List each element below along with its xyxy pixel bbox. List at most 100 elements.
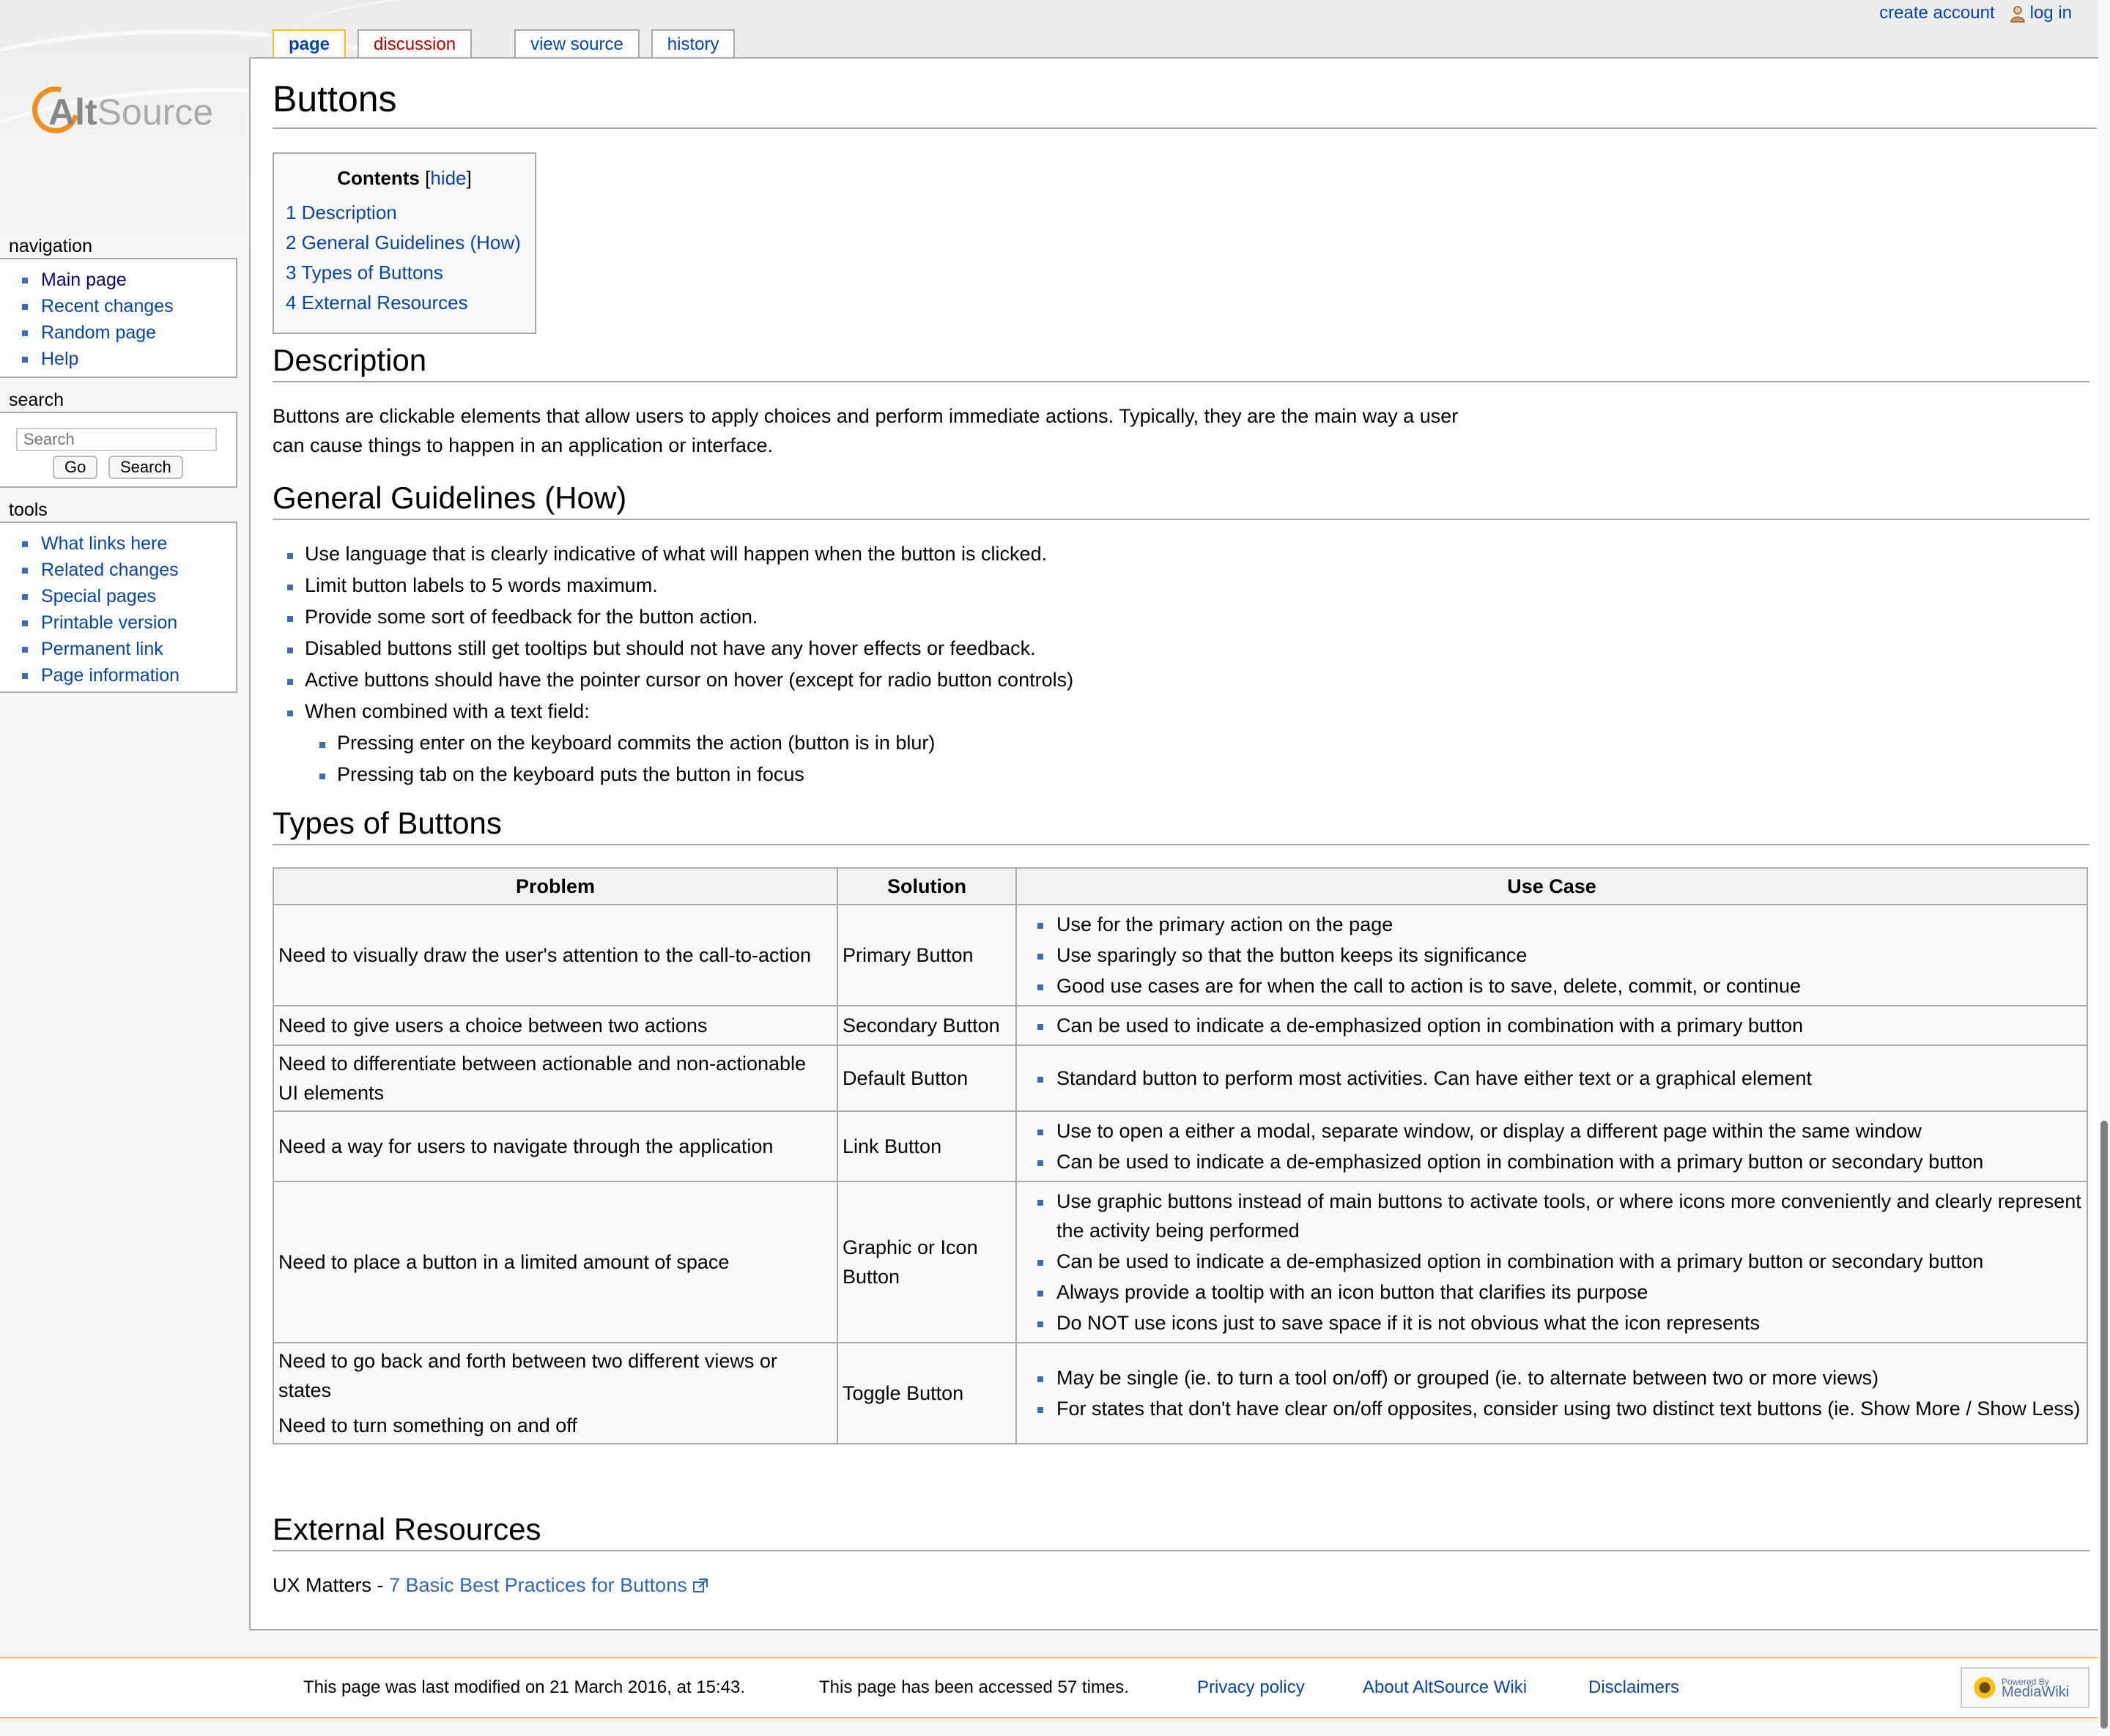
about-link[interactable]: About AltSource Wiki — [1363, 1674, 1527, 1701]
toc-item-description[interactable]: 1 Description — [286, 201, 397, 223]
description-line: Buttons are clickable elements that allo… — [273, 405, 1459, 427]
logo-text-source: Source — [97, 92, 214, 133]
sidebar-item-permanent-link[interactable]: Permanent link — [22, 636, 236, 662]
sidebar-item-help[interactable]: Help — [22, 346, 236, 372]
guidelines-list: Use language that is clearly indicative … — [287, 539, 1073, 791]
go-button[interactable]: Go — [53, 456, 98, 479]
button-types-table: Problem Solution Use Case Need to visual… — [273, 867, 2088, 1444]
list-item: Provide some sort of feedback for the bu… — [287, 602, 1073, 634]
sidebar-item-label[interactable]: Recent changes — [41, 296, 174, 316]
log-in-link[interactable]: log in — [2030, 3, 2072, 23]
description-line: can cause things to happen in an applica… — [273, 434, 773, 456]
list-item: May be single (ie. to turn a tool on/off… — [1037, 1363, 2082, 1392]
sidebar-item-printable-version[interactable]: Printable version — [22, 609, 236, 636]
list-item: Use sparingly so that the button keeps i… — [1037, 941, 2082, 970]
cell-solution: Link Button — [837, 1110, 1017, 1182]
scrollbar-thumb[interactable] — [2100, 1121, 2108, 1729]
cell-solution: Primary Button — [837, 904, 1017, 1006]
create-account-link[interactable]: create account — [1879, 3, 1994, 23]
sidebar-item-recent-changes[interactable]: Recent changes — [22, 293, 236, 319]
sidebar-item-label[interactable]: Page information — [41, 665, 179, 686]
toc-item-external[interactable]: 4 External Resources — [286, 292, 468, 314]
sidebar-item-page-information[interactable]: Page information — [22, 662, 236, 689]
page-content: Buttons Contents [hide] 1 Description 2 … — [249, 57, 2110, 1631]
page-title: Buttons — [273, 78, 2097, 129]
last-modified-text: This page was last modified on 21 March … — [303, 1677, 746, 1697]
external-link-icon — [693, 1579, 708, 1592]
login-item[interactable]: log in — [2010, 3, 2072, 23]
table-row: Need to visually draw the user's attenti… — [273, 904, 2088, 1006]
access-count-text: This page has been accessed 57 times. — [819, 1677, 1129, 1697]
sidebar-item-related-changes[interactable]: Related changes — [22, 557, 236, 583]
sidebar-item-main-page[interactable]: Main page — [22, 267, 236, 293]
vertical-scrollbar[interactable] — [2098, 0, 2110, 1736]
disclaimers-link[interactable]: Disclaimers — [1588, 1674, 1679, 1701]
cell-problem: Need to place a button in a limited amou… — [273, 1181, 838, 1343]
external-resources-line: UX Matters - 7 Basic Best Practices for … — [273, 1570, 1591, 1600]
section-heading-external: External Resources — [273, 1512, 2089, 1551]
table-of-contents: Contents [hide] 1 Description 2 General … — [273, 152, 536, 334]
navigation-portlet: Main page Recent changes Random page Hel… — [0, 258, 237, 378]
tab-discussion[interactable]: discussion — [358, 29, 473, 57]
powered-by-mediawiki-badge[interactable]: Powered By MediaWiki — [1961, 1667, 2089, 1708]
cell-problem: Need to visually draw the user's attenti… — [273, 904, 838, 1006]
sidebar-item-label[interactable]: Printable version — [41, 612, 177, 633]
search-portlet: Go Search — [0, 412, 237, 488]
external-resource-link[interactable]: 7 Basic Best Practices for Buttons — [389, 1574, 687, 1596]
cell-solution: Graphic or Icon Button — [837, 1181, 1017, 1343]
toc-item-guidelines[interactable]: 2 General Guidelines (How) — [286, 231, 521, 253]
list-item: Can be used to indicate a de-emphasized … — [1037, 1247, 2082, 1276]
list-subitem: Pressing enter on the keyboard commits t… — [319, 728, 1073, 760]
altsource-logo[interactable]: AltSource — [23, 78, 215, 142]
sidebar-item-label[interactable]: Main page — [41, 270, 127, 290]
section-heading-description: Description — [273, 343, 2089, 382]
sidebar-item-label[interactable]: Help — [41, 349, 78, 369]
search-input[interactable] — [16, 428, 217, 451]
tab-view-source[interactable]: view source — [514, 29, 640, 57]
user-icon — [2010, 5, 2025, 23]
tab-page[interactable]: page — [273, 29, 347, 60]
table-header-row: Problem Solution Use Case — [273, 867, 2088, 905]
sidebar-item-what-links-here[interactable]: What links here — [22, 530, 236, 557]
cell-solution: Default Button — [837, 1045, 1017, 1112]
cell-problem: Need to differentiate between actionable… — [273, 1045, 838, 1112]
table-row: Need to place a button in a limited amou… — [273, 1181, 2088, 1343]
cell-use-case: Use to open a either a modal, separate w… — [1015, 1110, 2088, 1182]
sidebar-item-special-pages[interactable]: Special pages — [22, 583, 236, 609]
list-item: Can be used to indicate a de-emphasized … — [1037, 1011, 2082, 1040]
cell-problem: Need a way for users to navigate through… — [273, 1110, 838, 1182]
column-header-use-case: Use Case — [1015, 867, 2088, 905]
list-item: For states that don't have clear on/off … — [1037, 1394, 2082, 1423]
toc-item-types[interactable]: 3 Types of Buttons — [286, 261, 443, 283]
section-heading-guidelines: General Guidelines (How) — [273, 481, 2089, 520]
list-item: Always provide a tooltip with an icon bu… — [1037, 1277, 2082, 1307]
page-tabs: page discussion view source history — [273, 29, 747, 60]
sidebar-item-label[interactable]: Permanent link — [41, 639, 163, 659]
cell-problem: Need to go back and forth between two di… — [273, 1342, 838, 1444]
table-row: Need a way for users to navigate through… — [273, 1110, 2088, 1182]
cell-use-case: May be single (ie. to turn a tool on/off… — [1015, 1342, 2088, 1444]
tab-history[interactable]: history — [651, 29, 736, 57]
cell-use-case: Use graphic buttons instead of main butt… — [1015, 1181, 2088, 1343]
privacy-policy-link[interactable]: Privacy policy — [1197, 1674, 1305, 1701]
sidebar-item-random-page[interactable]: Random page — [22, 319, 236, 346]
sidebar-item-label[interactable]: What links here — [41, 533, 167, 554]
search-heading: search — [9, 390, 64, 410]
sidebar-item-label[interactable]: Related changes — [41, 560, 179, 580]
cell-problem: Need to give users a choice between two … — [273, 1005, 838, 1046]
external-prefix: UX Matters - — [273, 1574, 390, 1596]
search-button[interactable]: Search — [108, 456, 183, 479]
list-item: Use language that is clearly indicative … — [287, 539, 1073, 571]
toc-hide-link[interactable]: hide — [430, 167, 466, 189]
sidebar-item-label[interactable]: Random page — [41, 322, 156, 343]
list-item: When combined with a text field: — [287, 697, 1073, 728]
list-item: Can be used to indicate a de-emphasized … — [1037, 1147, 2082, 1176]
cell-use-case: Standard button to perform most activiti… — [1015, 1045, 2088, 1112]
table-row: Need to go back and forth between two di… — [273, 1342, 2088, 1444]
tools-heading: tools — [9, 500, 48, 520]
list-item: Disabled buttons still get tooltips but … — [287, 634, 1073, 665]
sidebar-item-label[interactable]: Special pages — [41, 586, 156, 607]
navigation-heading: navigation — [9, 236, 92, 256]
section-heading-types: Types of Buttons — [273, 806, 2089, 845]
logo-text-alt: Alt — [48, 92, 97, 133]
